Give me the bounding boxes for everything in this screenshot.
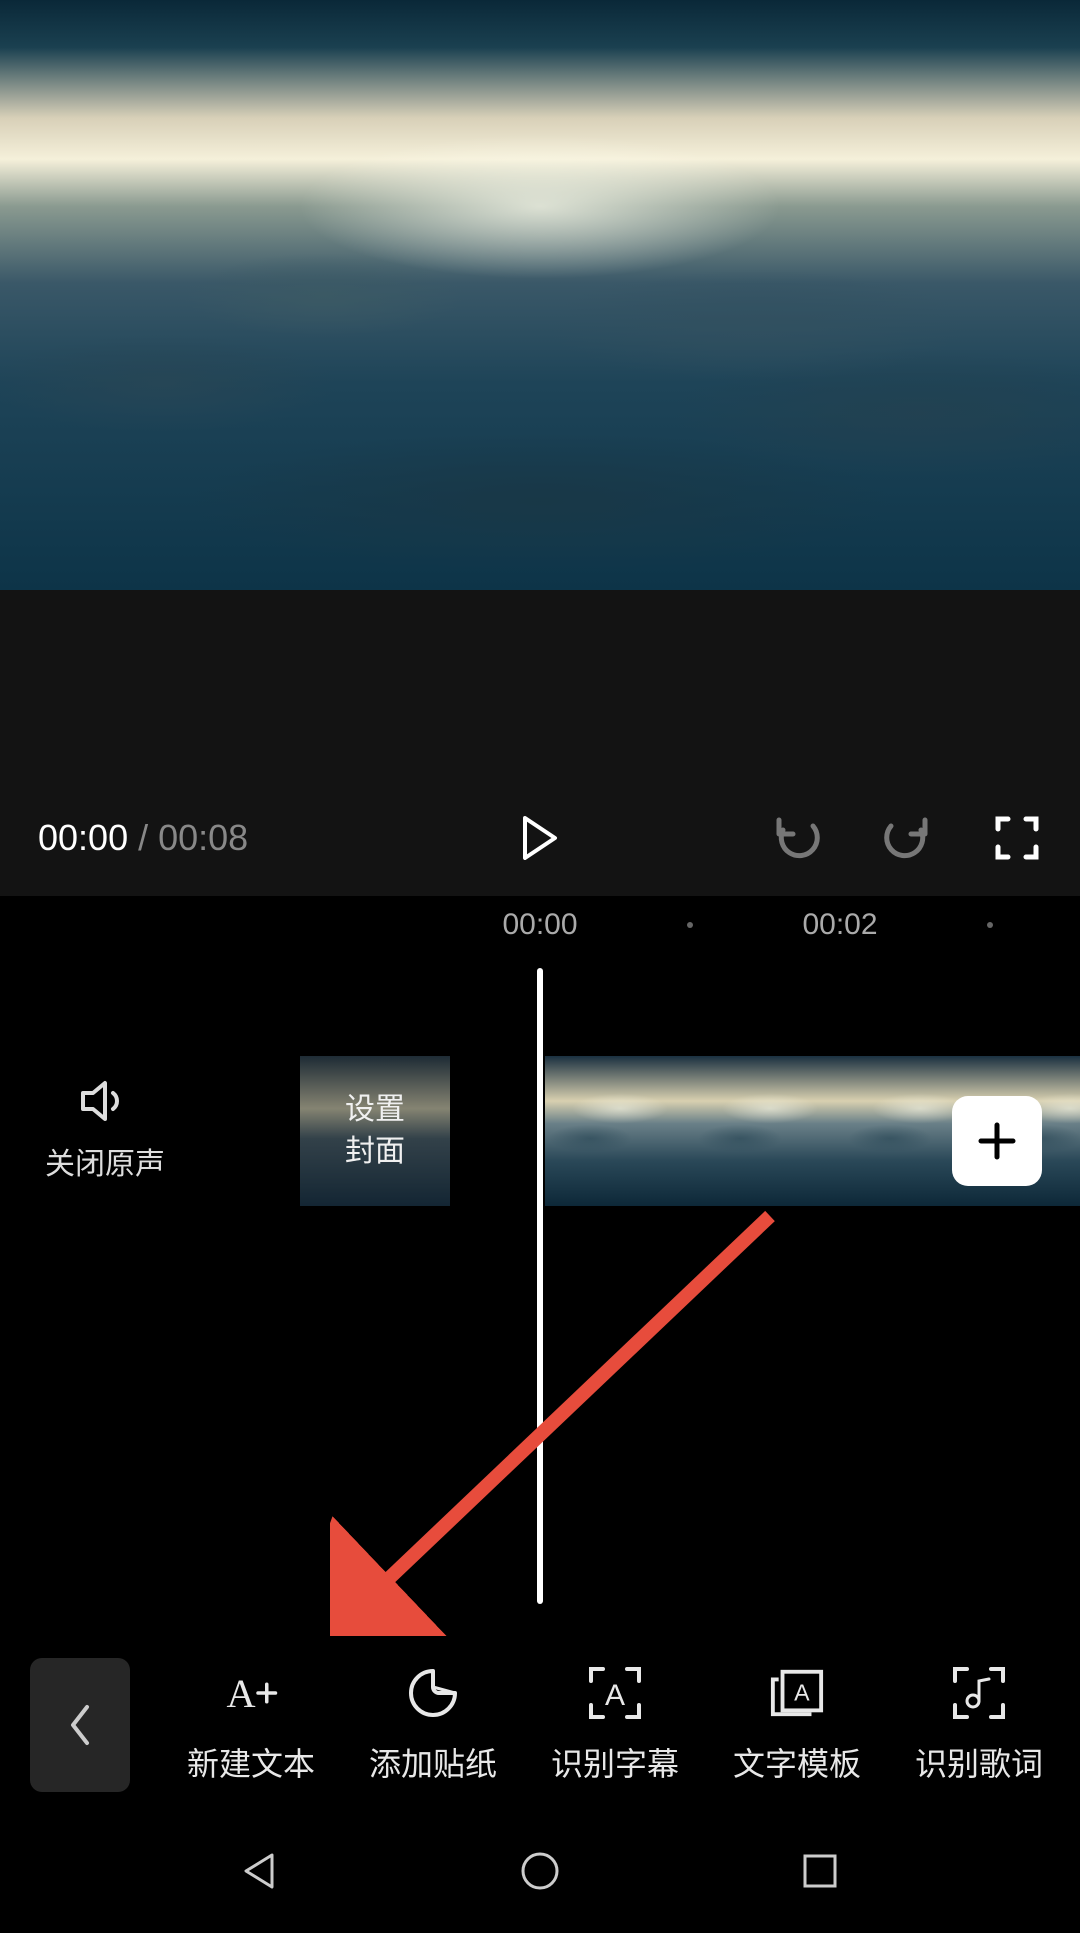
- nav-recent-square-icon: [800, 1851, 840, 1891]
- nav-back-button[interactable]: [230, 1841, 290, 1901]
- clip-frame: [695, 1056, 845, 1206]
- fullscreen-icon: [994, 815, 1040, 861]
- nav-recent-button[interactable]: [790, 1841, 850, 1901]
- speaker-icon: [79, 1079, 131, 1123]
- ruler-mark: 00:02: [802, 908, 877, 942]
- toolbar-back-button[interactable]: [30, 1658, 130, 1792]
- redo-button[interactable]: [882, 813, 932, 863]
- sticker-icon: [407, 1667, 459, 1719]
- clip-frame: [545, 1056, 695, 1206]
- plus-icon: [975, 1119, 1019, 1163]
- mute-original-audio-button[interactable]: 关闭原声: [0, 1079, 210, 1183]
- nav-home-circle-icon: [518, 1849, 562, 1893]
- tool-label: 识别字幕: [551, 1739, 679, 1785]
- add-clip-button[interactable]: [952, 1096, 1042, 1186]
- cover-label-line2: 封面: [345, 1131, 405, 1173]
- time-total: 00:08: [158, 817, 248, 859]
- playback-right-controls: [772, 813, 1042, 863]
- preview-image: [0, 0, 1080, 590]
- tool-new-text[interactable]: A 新建文本: [166, 1665, 336, 1785]
- svg-text:A: A: [227, 1671, 256, 1716]
- tool-text-template[interactable]: A 文字模板: [712, 1665, 882, 1785]
- tool-recognize-subtitle[interactable]: A 识别字幕: [530, 1665, 700, 1785]
- template-a-icon: A: [769, 1667, 825, 1719]
- svg-text:A: A: [605, 1679, 625, 1712]
- svg-text:A: A: [794, 1680, 810, 1706]
- preview-spacer: [0, 590, 1080, 780]
- redo-icon: [883, 816, 931, 860]
- tool-label: 识别歌词: [915, 1739, 1043, 1785]
- scan-music-icon: [951, 1665, 1007, 1721]
- text-toolbar: A 新建文本 添加贴纸 A 识别字幕: [0, 1642, 1080, 1808]
- time-ruler: 00:00 00:02: [0, 896, 1080, 956]
- ruler-mark: 00:00: [502, 908, 577, 942]
- ruler-dot: [987, 922, 993, 928]
- tool-label: 文字模板: [733, 1739, 861, 1785]
- scan-a-icon: A: [587, 1665, 643, 1721]
- ruler-dot: [687, 922, 693, 928]
- fullscreen-button[interactable]: [992, 813, 1042, 863]
- play-icon: [521, 816, 559, 860]
- tool-add-sticker[interactable]: 添加贴纸: [348, 1665, 518, 1785]
- time-separator: /: [138, 817, 148, 859]
- chevron-left-icon: [67, 1703, 93, 1747]
- time-current: 00:00: [38, 817, 128, 859]
- android-nav-bar: [0, 1808, 1080, 1933]
- undo-button[interactable]: [772, 813, 822, 863]
- tool-label: 添加贴纸: [369, 1739, 497, 1785]
- cover-label-line1: 设置: [345, 1089, 405, 1131]
- timeline[interactable]: 00:00 00:02 关闭原声 设置 封面: [0, 896, 1080, 1642]
- nav-home-button[interactable]: [510, 1841, 570, 1901]
- tool-label: 新建文本: [187, 1739, 315, 1785]
- playback-bar: 00:00 / 00:08: [0, 780, 1080, 896]
- mute-label: 关闭原声: [45, 1139, 165, 1183]
- play-button[interactable]: [515, 813, 565, 863]
- time-display: 00:00 / 00:08: [38, 817, 248, 859]
- video-preview[interactable]: [0, 0, 1080, 590]
- undo-icon: [773, 816, 821, 860]
- nav-back-triangle-icon: [238, 1849, 282, 1893]
- tool-recognize-lyrics[interactable]: 识别歌词: [894, 1665, 1064, 1785]
- set-cover-button[interactable]: 设置 封面: [300, 1056, 450, 1206]
- toolbar-items: A 新建文本 添加贴纸 A 识别字幕: [130, 1665, 1080, 1785]
- playhead[interactable]: [537, 968, 543, 1604]
- text-plus-icon: A: [223, 1667, 279, 1719]
